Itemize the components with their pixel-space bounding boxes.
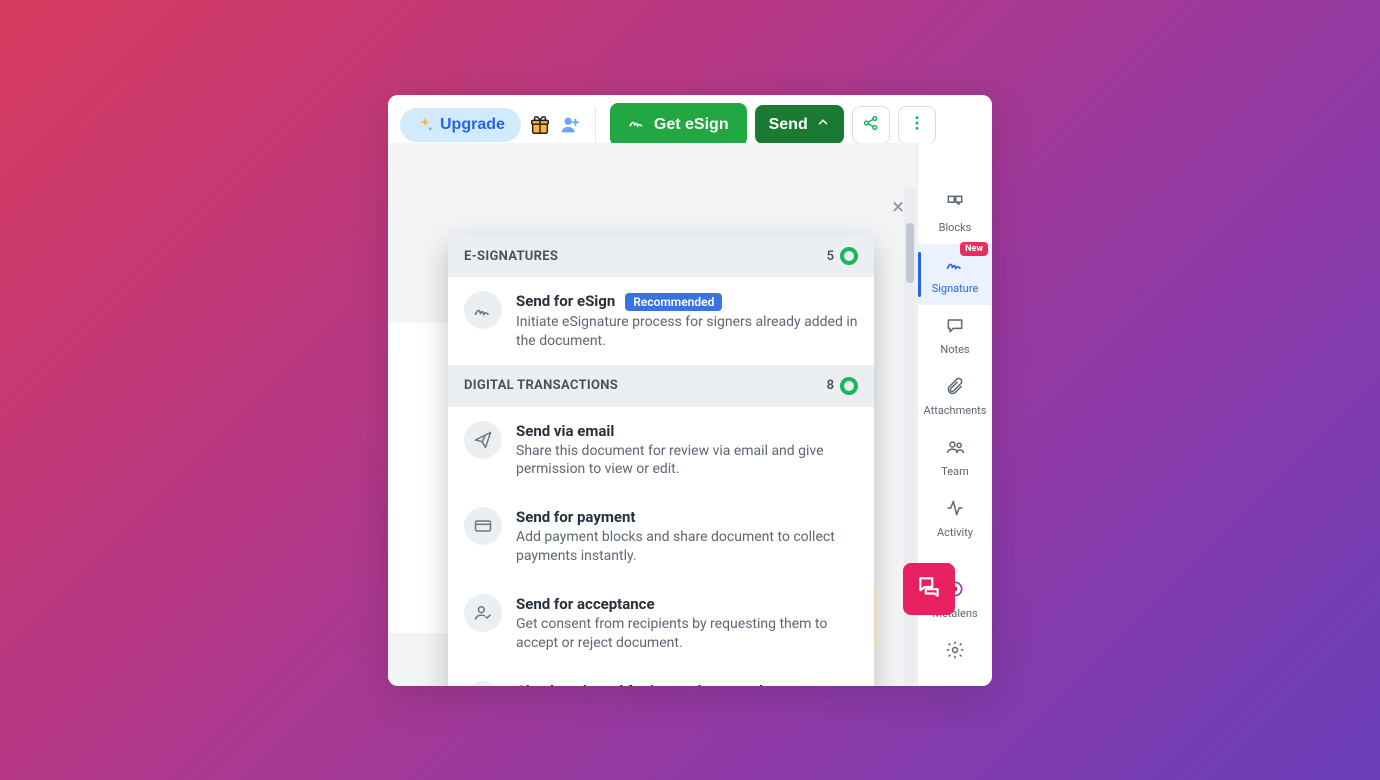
more-vertical-icon (908, 114, 926, 135)
chat-icon (916, 574, 942, 604)
progress-ring-icon (840, 377, 858, 395)
rail-label: Attachments (924, 404, 987, 417)
dropdown-item-internal-approval[interactable]: Check and send for internal approval Che… (448, 667, 874, 686)
get-esign-label: Get eSign (654, 116, 729, 134)
notes-icon (945, 315, 965, 339)
share-icon (862, 114, 880, 135)
more-menu-button[interactable] (898, 106, 936, 144)
upgrade-button[interactable]: Upgrade (400, 108, 521, 142)
rail-item-team[interactable]: Team (918, 427, 992, 488)
signature-icon (464, 291, 502, 329)
section-title: DIGITAL TRANSACTIONS (464, 378, 618, 393)
person-check-icon (464, 594, 502, 632)
rail-item-notes[interactable]: Notes (918, 305, 992, 366)
item-title: Send via email (516, 422, 614, 440)
card-icon (464, 507, 502, 545)
signature-icon (945, 254, 965, 278)
chat-fab[interactable] (903, 563, 955, 615)
chevron-up-icon (816, 115, 830, 134)
paperclip-icon (945, 376, 965, 400)
gift-icon[interactable] (529, 114, 551, 136)
item-title: Send for payment (516, 508, 635, 526)
message-check-icon (464, 681, 502, 686)
dropdown-item-send-for-acceptance[interactable]: Send for acceptance Get consent from rec… (448, 580, 874, 667)
rail-label: Team (941, 465, 969, 478)
counter-value: 8 (827, 378, 834, 393)
rail-item-attachments[interactable]: Attachments (918, 366, 992, 427)
item-description: Get consent from recipients by requestin… (516, 615, 858, 653)
dropdown-item-send-for-payment[interactable]: Send for payment Add payment blocks and … (448, 493, 874, 580)
new-badge: New (960, 242, 988, 256)
app-window: Upgrade Get eSign Send (388, 95, 992, 686)
progress-ring-icon (840, 247, 858, 265)
dropdown-item-body: Send for eSign Recommended Initiate eSig… (516, 291, 858, 351)
dropdown-item-body: Send for payment Add payment blocks and … (516, 507, 858, 566)
share-button[interactable] (852, 106, 890, 144)
close-panel-button[interactable]: × (892, 195, 904, 220)
dropdown-item-body: Check and send for internal approval Che… (516, 681, 858, 686)
send-button[interactable]: Send (755, 105, 844, 144)
sparkle-icon (416, 116, 434, 134)
gear-icon (945, 640, 965, 664)
paper-plane-icon (464, 421, 502, 459)
item-title: Send for acceptance (516, 595, 655, 613)
rail-item-activity[interactable]: Activity (918, 488, 992, 549)
rail-label: Notes (940, 343, 969, 356)
dropdown-section-header-esignatures: E-SIGNATURES 5 (448, 235, 874, 277)
dropdown-item-send-for-esign[interactable]: Send for eSign Recommended Initiate eSig… (448, 277, 874, 365)
rail-item-settings[interactable] (918, 630, 992, 664)
signature-icon (628, 113, 646, 136)
section-counter: 8 (827, 377, 858, 395)
section-counter: 5 (827, 247, 858, 265)
toolbar-divider (595, 107, 596, 143)
upgrade-label: Upgrade (440, 116, 505, 134)
activity-icon (945, 498, 965, 522)
get-esign-button[interactable]: Get eSign (610, 103, 747, 146)
item-title: Check and send for internal approval (516, 682, 763, 686)
team-icon (945, 437, 965, 461)
item-description: Initiate eSignature process for signers … (516, 313, 858, 351)
rail-label: Blocks (939, 221, 972, 234)
rail-item-signature[interactable]: New Signature (918, 244, 992, 305)
item-description: Add payment blocks and share document to… (516, 528, 858, 566)
add-person-icon[interactable] (559, 114, 581, 136)
item-title: Send for eSign (516, 292, 615, 310)
dropdown-section-header-digital-transactions: DIGITAL TRANSACTIONS 8 (448, 365, 874, 407)
recommended-badge: Recommended (625, 293, 722, 311)
item-description: Share this document for review via email… (516, 442, 858, 480)
rail-label: Activity (937, 526, 973, 539)
dropdown-item-body: Send for acceptance Get consent from rec… (516, 594, 858, 653)
dropdown-item-send-via-email[interactable]: Send via email Share this document for r… (448, 407, 874, 494)
rail-item-blocks[interactable]: Blocks (918, 183, 992, 244)
rail-label: Signature (932, 282, 979, 295)
dropdown-item-body: Send via email Share this document for r… (516, 421, 858, 480)
section-title: E-SIGNATURES (464, 249, 558, 264)
send-dropdown: E-SIGNATURES 5 Send for eSign Recommende… (448, 235, 874, 686)
scrollbar-thumb[interactable] (906, 223, 914, 283)
counter-value: 5 (827, 249, 834, 264)
send-label: Send (769, 116, 808, 134)
blocks-icon (945, 193, 965, 217)
